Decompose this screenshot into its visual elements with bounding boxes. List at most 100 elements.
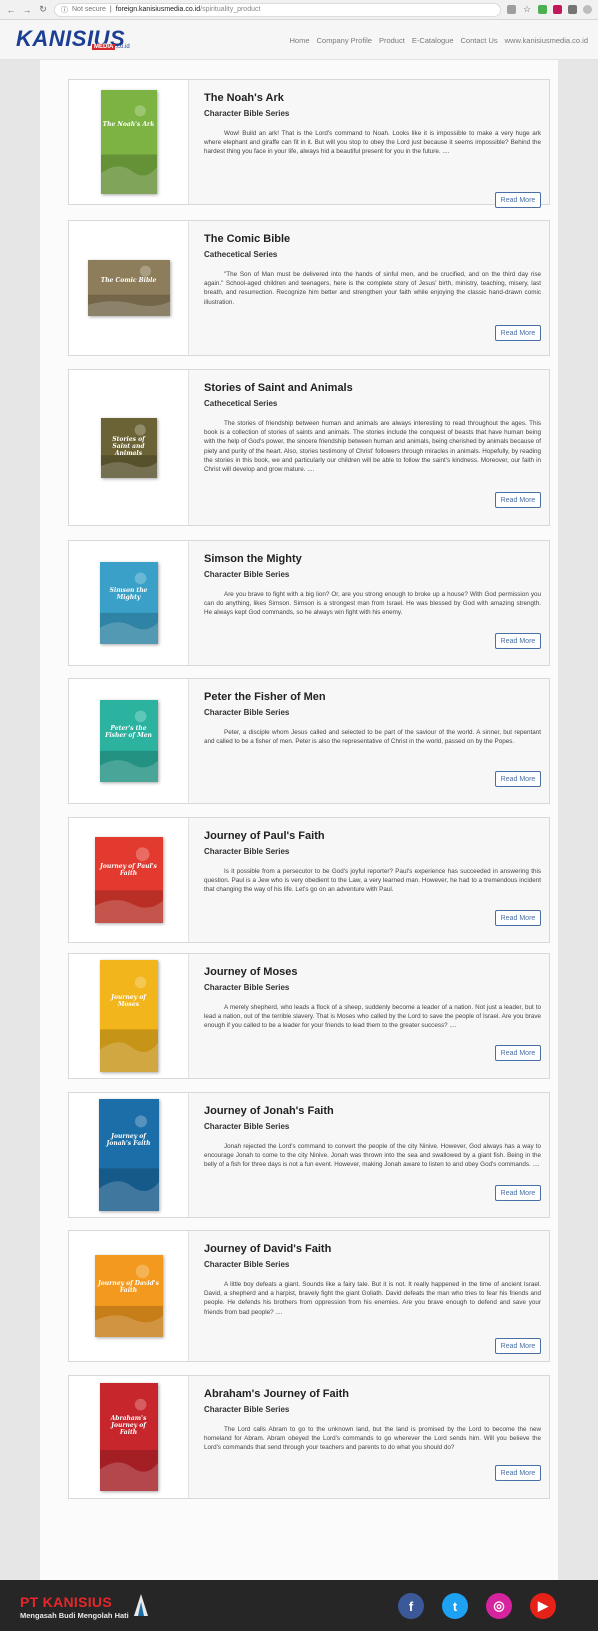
product-image-frame: Simson the Mighty <box>69 541 189 665</box>
book-cover-image[interactable]: Abraham's Journey of Faith <box>99 1383 158 1491</box>
product-description: Peter, a disciple whom Jesus called and … <box>204 729 541 746</box>
url-domain: foreign.kanisiusmedia.co.id <box>115 6 201 13</box>
url-path: /spirituality_product <box>200 6 261 13</box>
address-bar[interactable]: ⓘ Not secure | foreign.kanisiusmedia.co.… <box>54 2 501 17</box>
nav-item-www-kanisiusmedia-co-id[interactable]: www.kanisiusmedia.co.id <box>505 36 588 45</box>
forward-icon[interactable]: → <box>22 5 32 15</box>
read-more-button[interactable]: Read More <box>495 633 541 649</box>
book-cover-image[interactable]: Journey of Moses <box>99 960 158 1072</box>
security-label: Not secure <box>72 6 106 13</box>
product-series: Character Bible Series <box>204 708 290 717</box>
product-title[interactable]: Journey of Moses <box>204 966 541 978</box>
read-more-button[interactable]: Read More <box>495 492 541 508</box>
book-cover-image[interactable]: Journey of Jonah's Faith <box>98 1099 159 1211</box>
book-cover-image[interactable]: Journey of David's Faith <box>94 1255 163 1337</box>
cover-title: Peter's the Fisher of Men <box>105 724 152 739</box>
product-series: Character Bible Series <box>204 1260 290 1269</box>
product-image-frame: Journey of Jonah's Faith <box>69 1093 189 1217</box>
book-cover-image[interactable]: The Comic Bible <box>87 260 170 316</box>
nav-item-product[interactable]: Product <box>379 36 405 45</box>
facebook-icon[interactable]: f <box>398 1593 424 1619</box>
product-title[interactable]: The Noah's Ark <box>204 92 541 104</box>
kanisius-emblem-icon <box>134 1594 148 1616</box>
product-card: Journey of Moses Journey of Moses Charac… <box>68 953 550 1079</box>
translate-icon[interactable] <box>507 5 516 14</box>
product-title[interactable]: Abraham's Journey of Faith <box>204 1388 541 1400</box>
product-image-frame: The Comic Bible <box>69 221 189 355</box>
product-list: The Noah's Ark The Noah's Ark Character … <box>40 60 558 1580</box>
profile-icon[interactable] <box>583 5 592 14</box>
product-image-frame: Journey of Moses <box>69 954 189 1078</box>
product-description: Jonah rejected the Lord's command to con… <box>204 1143 541 1169</box>
read-more-button[interactable]: Read More <box>495 771 541 787</box>
book-cover-image[interactable]: Journey of Paul's Faith <box>94 837 163 923</box>
product-description: A little boy defeats a giant. Sounds lik… <box>204 1281 541 1316</box>
product-card: Peter's the Fisher of Men Peter the Fish… <box>68 678 550 804</box>
product-series: Character Bible Series <box>204 847 290 856</box>
cover-title: Abraham's Journey of Faith <box>110 1415 147 1437</box>
read-more-button[interactable]: Read More <box>495 1338 541 1354</box>
nav-item-home[interactable]: Home <box>289 36 309 45</box>
product-title[interactable]: The Comic Bible <box>204 233 541 245</box>
read-more-button[interactable]: Read More <box>495 1045 541 1061</box>
read-more-button[interactable]: Read More <box>495 325 541 341</box>
nav-item-e-catalogue[interactable]: E-Catalogue <box>412 36 454 45</box>
cover-title: Journey of Moses <box>111 993 146 1008</box>
extension-icon[interactable] <box>568 5 577 14</box>
product-card: Journey of Paul's Faith Journey of Paul'… <box>68 817 550 943</box>
kanisius-logo[interactable]: KANISIUS MEDIA .co.id <box>16 28 130 54</box>
browser-toolbar: ← → ↻ ⓘ Not secure | foreign.kanisiusmed… <box>0 0 598 20</box>
book-cover-image[interactable]: Peter's the Fisher of Men <box>99 700 158 782</box>
read-more-button[interactable]: Read More <box>495 1465 541 1481</box>
book-cover-image[interactable]: Simson the Mighty <box>99 562 158 644</box>
star-icon[interactable]: ☆ <box>522 4 532 15</box>
read-more-button[interactable]: Read More <box>495 192 541 208</box>
nav-item-company-profile[interactable]: Company Profile <box>317 36 372 45</box>
product-series: Character Bible Series <box>204 983 290 992</box>
back-icon[interactable]: ← <box>6 5 16 15</box>
extension-icon[interactable] <box>553 5 562 14</box>
product-image-frame: Journey of Paul's Faith <box>69 818 189 942</box>
cover-title: Journey of David's Faith <box>97 1279 160 1294</box>
book-cover-image[interactable]: The Noah's Ark <box>100 90 157 194</box>
product-image-frame: Peter's the Fisher of Men <box>69 679 189 803</box>
product-title[interactable]: Journey of David's Faith <box>204 1243 541 1255</box>
product-title[interactable]: Journey of Jonah's Faith <box>204 1105 541 1117</box>
product-description: The stories of friendship between human … <box>204 420 541 474</box>
product-series: Character Bible Series <box>204 570 290 579</box>
product-series: Cathecetical Series <box>204 399 278 408</box>
product-card: Journey of David's Faith Journey of Davi… <box>68 1230 550 1362</box>
cover-title: Stories of Saint and Animals <box>112 435 145 457</box>
product-image-frame: Journey of David's Faith <box>69 1231 189 1361</box>
info-icon: ⓘ <box>61 6 68 14</box>
read-more-button[interactable]: Read More <box>495 1185 541 1201</box>
cover-title: The Comic Bible <box>100 276 157 284</box>
cover-title: The Noah's Ark <box>102 121 155 129</box>
product-series: Character Bible Series <box>204 1405 290 1414</box>
reload-icon[interactable]: ↻ <box>38 4 48 15</box>
product-description: "The Son of Man must be delivered into t… <box>204 271 541 306</box>
product-series: Character Bible Series <box>204 109 290 118</box>
product-image-frame: Stories of Saint and Animals <box>69 370 189 525</box>
twitter-icon[interactable]: t <box>442 1593 468 1619</box>
product-card: Journey of Jonah's Faith Journey of Jona… <box>68 1092 550 1218</box>
product-title[interactable]: Peter the Fisher of Men <box>204 691 541 703</box>
read-more-button[interactable]: Read More <box>495 910 541 926</box>
footer-company: PT KANISIUS <box>20 1594 112 1610</box>
product-card: The Comic Bible The Comic Bible Cathecet… <box>68 220 550 356</box>
product-description: A merely shepherd, who leads a flock of … <box>204 1004 541 1030</box>
product-title[interactable]: Simson the Mighty <box>204 553 541 565</box>
product-card: The Noah's Ark The Noah's Ark Character … <box>68 79 550 208</box>
instagram-icon[interactable]: ◎ <box>486 1593 512 1619</box>
product-card: Abraham's Journey of Faith Abraham's Jou… <box>68 1375 550 1499</box>
product-card: Stories of Saint and Animals Stories of … <box>68 369 550 526</box>
book-cover-image[interactable]: Stories of Saint and Animals <box>100 417 157 478</box>
youtube-icon[interactable]: ▶ <box>530 1593 556 1619</box>
product-title[interactable]: Stories of Saint and Animals <box>204 382 541 394</box>
site-footer: PT KANISIUS Mengasah Budi Mengolah Hati … <box>0 1580 598 1631</box>
product-title[interactable]: Journey of Paul's Faith <box>204 830 541 842</box>
extension-icon[interactable] <box>538 5 547 14</box>
product-description: Is it possible from a persecutor to be G… <box>204 868 541 894</box>
nav-item-contact-us[interactable]: Contact Us <box>461 36 498 45</box>
logo-subtext: MEDIA .co.id <box>92 44 130 50</box>
